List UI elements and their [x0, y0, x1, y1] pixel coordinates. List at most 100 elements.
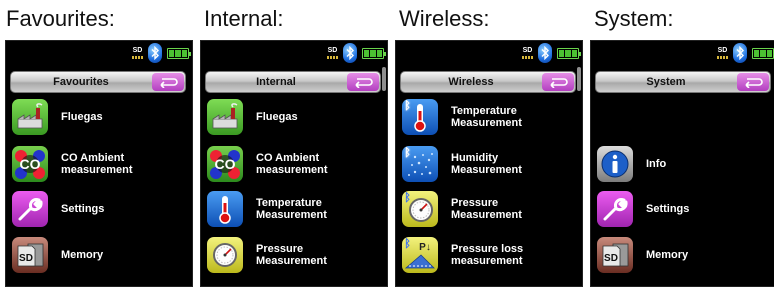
- caption-internal: Internal:: [204, 6, 284, 31]
- co-molecule-icon: CO: [12, 146, 48, 182]
- back-arrow-icon: [355, 78, 373, 88]
- sd-card-status-icon: SD: [327, 47, 338, 59]
- caption-system: System:: [594, 6, 674, 31]
- item-label: Pressure: [451, 197, 499, 209]
- item-label: Pressure loss: [451, 243, 524, 255]
- bluetooth-icon: [733, 43, 747, 63]
- wireless-pressure-loss-icon: ᛒ P↓: [402, 237, 438, 273]
- menu-item-wireless-pressure-loss[interactable]: ᛒ P↓ Pressure loss measurement: [402, 235, 574, 275]
- back-button[interactable]: [737, 73, 769, 91]
- factory-chimney-icon: [12, 99, 48, 135]
- item-label-line2: Measurement: [256, 209, 327, 221]
- menu-item-info[interactable]: Info: [597, 144, 769, 184]
- screen-title: Internal: [256, 76, 296, 88]
- battery-icon: [752, 47, 774, 59]
- sd-card-status-icon: SD: [522, 47, 533, 59]
- screen-system: SD System Info Settings SD Memory: [590, 40, 774, 287]
- status-bar: SD: [327, 42, 386, 64]
- item-label-line2: Measurement: [451, 209, 522, 221]
- wireless-pressure-gauge-icon: ᛒ: [402, 191, 438, 227]
- item-label-line2: Measurement: [256, 255, 327, 267]
- menu-item-fluegas[interactable]: Fluegas: [12, 97, 184, 137]
- menu-item-co-ambient[interactable]: CO CO Ambient measurement: [207, 144, 379, 184]
- sd-card-status-icon: SD: [717, 47, 728, 59]
- item-label-line2: Measurement: [451, 164, 522, 176]
- bluetooth-badge-icon: ᛒ: [404, 100, 411, 112]
- status-bar: SD: [717, 42, 774, 64]
- battery-icon: [557, 47, 581, 59]
- item-label: Memory: [646, 249, 689, 261]
- menu-item-memory[interactable]: SD Memory: [597, 235, 769, 275]
- back-button[interactable]: [542, 73, 574, 91]
- screen-favourites: SD Favourites Fluegas CO CO Ambient meas…: [5, 40, 193, 287]
- menu-item-wireless-temperature[interactable]: ᛒ Temperature Measurement: [402, 97, 574, 137]
- caption-wireless: Wireless:: [399, 6, 490, 31]
- bluetooth-badge-icon: ᛒ: [404, 192, 411, 204]
- status-bar: SD: [522, 42, 581, 64]
- pressure-gauge-icon: [207, 237, 243, 273]
- menu-item-wireless-pressure[interactable]: ᛒ Pressure Measurement: [402, 189, 574, 229]
- item-label: Fluegas: [61, 111, 103, 123]
- item-label-line2: Measurement: [451, 117, 522, 129]
- screen-internal: SD Internal Fluegas CO CO Ambient measur…: [200, 40, 388, 287]
- wireless-humidity-icon: ᛒ: [402, 146, 438, 182]
- sd-card-memory-icon: SD: [12, 237, 48, 273]
- item-label: Humidity: [451, 152, 499, 164]
- menu-item-wireless-humidity[interactable]: ᛒ Humidity Measurement: [402, 144, 574, 184]
- title-bar: System: [595, 71, 771, 93]
- sd-card-status-icon: SD: [132, 47, 143, 59]
- item-label: Temperature: [451, 105, 517, 117]
- screen-title: System: [646, 76, 686, 88]
- scrollbar[interactable]: [577, 67, 581, 91]
- scrollbar[interactable]: [382, 67, 386, 91]
- menu-item-temperature[interactable]: Temperature Measurement: [207, 189, 379, 229]
- menu-item-co-ambient[interactable]: CO CO Ambient measurement: [12, 144, 184, 184]
- menu-item-pressure[interactable]: Pressure Measurement: [207, 235, 379, 275]
- thermometer-icon: [207, 191, 243, 227]
- screen-title: Wireless: [448, 76, 494, 88]
- item-label-line2: measurement: [256, 164, 328, 176]
- menu-item-fluegas[interactable]: Fluegas: [207, 97, 379, 137]
- back-arrow-icon: [160, 78, 178, 88]
- battery-icon: [167, 47, 191, 59]
- co-text: CO: [20, 156, 41, 172]
- menu-item-settings[interactable]: Settings: [597, 189, 769, 229]
- pressure-drop-text: P↓: [419, 242, 431, 253]
- wireless-thermometer-icon: ᛒ: [402, 99, 438, 135]
- sd-text: SD: [604, 253, 618, 264]
- back-button[interactable]: [152, 73, 184, 91]
- co-text: CO: [215, 156, 236, 172]
- item-label: Pressure: [256, 243, 304, 255]
- back-arrow-icon: [745, 78, 763, 88]
- item-label: CO Ambient: [256, 152, 320, 164]
- sd-text: SD: [19, 253, 33, 264]
- item-label: CO Ambient: [61, 152, 125, 164]
- wrench-icon: [12, 191, 48, 227]
- item-label: Info: [646, 158, 667, 170]
- back-button[interactable]: [347, 73, 379, 91]
- item-label: Fluegas: [256, 111, 298, 123]
- factory-chimney-icon: [207, 99, 243, 135]
- screen-title: Favourites: [53, 76, 109, 88]
- bluetooth-icon: [343, 43, 357, 63]
- back-arrow-icon: [550, 78, 568, 88]
- title-bar: Wireless: [400, 71, 576, 93]
- title-bar: Internal: [205, 71, 381, 93]
- bluetooth-badge-icon: ᛒ: [404, 147, 411, 159]
- caption-favourites: Favourites:: [6, 6, 115, 31]
- status-bar: SD: [132, 42, 191, 64]
- item-label: Memory: [61, 249, 104, 261]
- item-label: Settings: [61, 203, 105, 215]
- wrench-icon: [597, 191, 633, 227]
- bluetooth-badge-icon: ᛒ: [404, 238, 411, 250]
- item-label: Settings: [646, 203, 690, 215]
- battery-icon: [362, 47, 386, 59]
- item-label: Temperature: [256, 197, 322, 209]
- menu-item-settings[interactable]: Settings: [12, 189, 184, 229]
- item-label-line2: measurement: [451, 255, 523, 267]
- sd-card-memory-icon: SD: [597, 237, 633, 273]
- info-icon: [597, 146, 633, 182]
- title-bar: Favourites: [10, 71, 186, 93]
- item-label-line2: measurement: [61, 164, 133, 176]
- menu-item-memory[interactable]: SD Memory: [12, 235, 184, 275]
